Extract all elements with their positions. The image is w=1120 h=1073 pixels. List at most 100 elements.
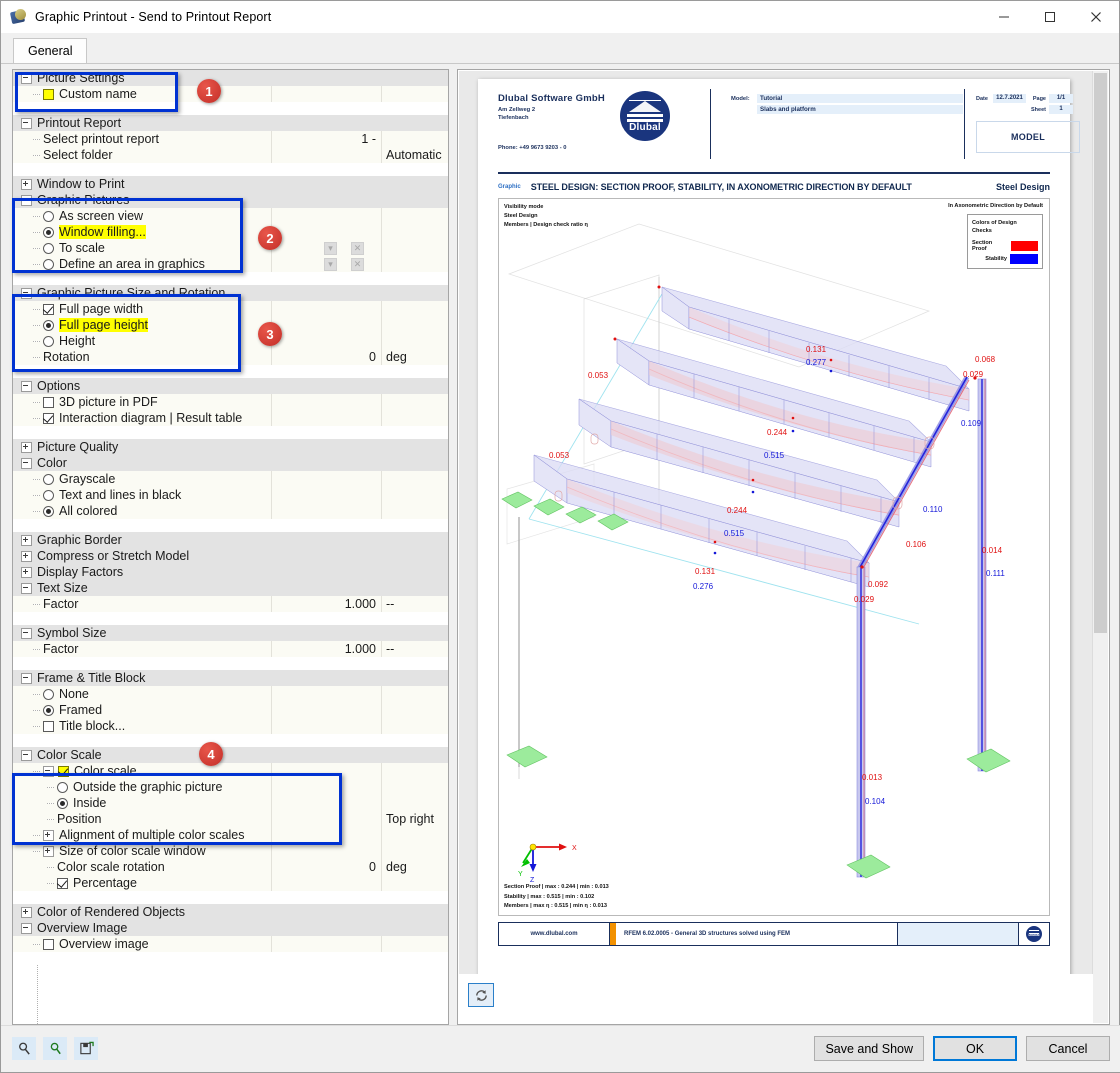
tree-group-header[interactable]: Color of Rendered Objects (13, 904, 448, 920)
expander-icon[interactable] (21, 922, 32, 934)
tree-group-header[interactable]: Picture Quality (13, 439, 448, 455)
tree-row[interactable]: Text and lines in black (13, 487, 448, 503)
preview-scrollbar[interactable] (1092, 71, 1108, 1023)
tree-row[interactable]: All colored (13, 503, 448, 519)
tree-row[interactable]: As screen view (13, 208, 448, 224)
tree-row[interactable]: Overview image (13, 936, 448, 952)
tree-group-header[interactable]: Graphic Border (13, 532, 448, 548)
expander-icon[interactable] (21, 194, 32, 206)
radio-button[interactable] (43, 505, 54, 517)
tree-row[interactable]: To scale ▾ ✕ (13, 240, 448, 256)
dropdown-button[interactable]: ▾ (324, 257, 337, 271)
tree-row[interactable]: Inside (13, 795, 448, 811)
preview-scroll-area[interactable]: Dlubal Software GmbH Am Zellweg 2 Tiefen… (459, 71, 1093, 974)
expander-icon[interactable] (21, 550, 32, 562)
expander-icon[interactable] (43, 829, 54, 841)
tree-group-header[interactable]: Symbol Size (13, 625, 448, 641)
checkbox[interactable] (43, 938, 54, 950)
tree-row[interactable]: Factor 1.000 -- (13, 641, 448, 657)
tree-row[interactable]: Framed (13, 702, 448, 718)
checkbox[interactable] (57, 877, 68, 889)
tree-group-header[interactable]: Text Size (13, 580, 448, 596)
color-swatch-icon[interactable] (43, 88, 54, 100)
tree-row[interactable]: Grayscale (13, 471, 448, 487)
expander-icon[interactable] (21, 457, 32, 469)
expander-icon[interactable] (21, 566, 32, 578)
tree-row[interactable]: Window filling... (13, 224, 448, 240)
save-settings-icon[interactable] (74, 1037, 98, 1060)
expander-icon[interactable] (21, 749, 32, 761)
tree-row[interactable]: Height (13, 333, 448, 349)
radio-button[interactable] (43, 335, 54, 347)
load-settings-icon[interactable] (43, 1037, 67, 1060)
search-settings-icon[interactable] (12, 1037, 36, 1060)
expander-icon[interactable] (21, 627, 32, 639)
tree-group-header[interactable]: Printout Report (13, 115, 448, 131)
tree-group-header[interactable]: Display Factors (13, 564, 448, 580)
model-graphic-canvas[interactable]: Visibility mode Steel Design Members | D… (498, 198, 1050, 916)
tree-row[interactable]: Select printout report 1 - (13, 131, 448, 147)
tree-row[interactable]: Color scale rotation 0 deg (13, 859, 448, 875)
refresh-icon[interactable] (468, 983, 494, 1007)
tree-group-header[interactable]: Graphic Pictures (13, 192, 448, 208)
maximize-button[interactable] (1027, 1, 1073, 33)
checkbox[interactable] (43, 303, 54, 315)
radio-button[interactable] (43, 473, 54, 485)
expander-icon[interactable] (21, 380, 32, 392)
tree-row[interactable]: 3D picture in PDF (13, 394, 448, 410)
tree-row[interactable]: Percentage (13, 875, 448, 891)
tree-group-header[interactable]: Overview Image (13, 920, 448, 936)
tree-row[interactable]: Title block... (13, 718, 448, 734)
tree-group-header[interactable]: Color (13, 455, 448, 471)
cancel-button[interactable]: Cancel (1026, 1036, 1110, 1061)
tree-group-header[interactable]: Compress or Stretch Model (13, 548, 448, 564)
expander-icon[interactable] (43, 845, 54, 857)
checkbox[interactable] (43, 412, 54, 424)
tree-row[interactable]: Rotation 0 deg (13, 349, 448, 365)
checkbox[interactable] (58, 765, 69, 777)
radio-button[interactable] (43, 704, 54, 716)
checkbox[interactable] (43, 720, 54, 732)
tree-row[interactable]: Full page width (13, 301, 448, 317)
radio-button[interactable] (57, 781, 68, 793)
radio-button[interactable] (43, 489, 54, 501)
expander-icon[interactable] (21, 117, 32, 129)
radio-button[interactable] (43, 688, 54, 700)
tree-row[interactable]: Outside the graphic picture (13, 779, 448, 795)
expander-icon[interactable] (21, 287, 32, 299)
expander-icon[interactable] (21, 672, 32, 684)
tree-row[interactable]: Color scale (13, 763, 448, 779)
tree-row[interactable]: Define an area in graphics ▾ ✕ (13, 256, 448, 272)
radio-button[interactable] (43, 242, 54, 254)
clear-button[interactable]: ✕ (351, 241, 364, 255)
expander-icon[interactable] (21, 178, 32, 190)
tree-group-header[interactable]: Graphic Picture Size and Rotation (13, 285, 448, 301)
tree-group-header[interactable]: Color Scale (13, 747, 448, 763)
tree-row[interactable]: None (13, 686, 448, 702)
radio-button[interactable] (43, 319, 54, 331)
dropdown-button[interactable]: ▾ (324, 241, 337, 255)
tree-group-header[interactable]: Picture Settings (13, 70, 448, 86)
settings-tree[interactable]: Picture Settings Custom name Printout Repo… (12, 69, 449, 1025)
tree-row[interactable]: Position Top right (13, 811, 448, 827)
radio-button[interactable] (43, 226, 54, 238)
expander-icon[interactable] (21, 534, 32, 546)
minimize-button[interactable] (981, 1, 1027, 33)
radio-button[interactable] (43, 258, 54, 270)
clear-button[interactable]: ✕ (351, 257, 364, 271)
radio-button[interactable] (43, 210, 54, 222)
expander-icon[interactable] (21, 582, 32, 594)
tree-group-header[interactable]: Frame & Title Block (13, 670, 448, 686)
tree-row[interactable]: Alignment of multiple color scales (13, 827, 448, 843)
save-and-show-button[interactable]: Save and Show (814, 1036, 924, 1061)
expander-icon[interactable] (21, 906, 32, 918)
tree-row[interactable]: Full page height (13, 317, 448, 333)
radio-button[interactable] (57, 797, 68, 809)
tree-row[interactable]: Interaction diagram | Result table (13, 410, 448, 426)
ok-button[interactable]: OK (933, 1036, 1017, 1061)
tree-group-header[interactable]: Window to Print (13, 176, 448, 192)
checkbox[interactable] (43, 396, 54, 408)
tree-row[interactable]: Size of color scale window (13, 843, 448, 859)
tree-row[interactable]: Select folder Automatic (13, 147, 448, 163)
tab-general[interactable]: General (13, 38, 88, 63)
